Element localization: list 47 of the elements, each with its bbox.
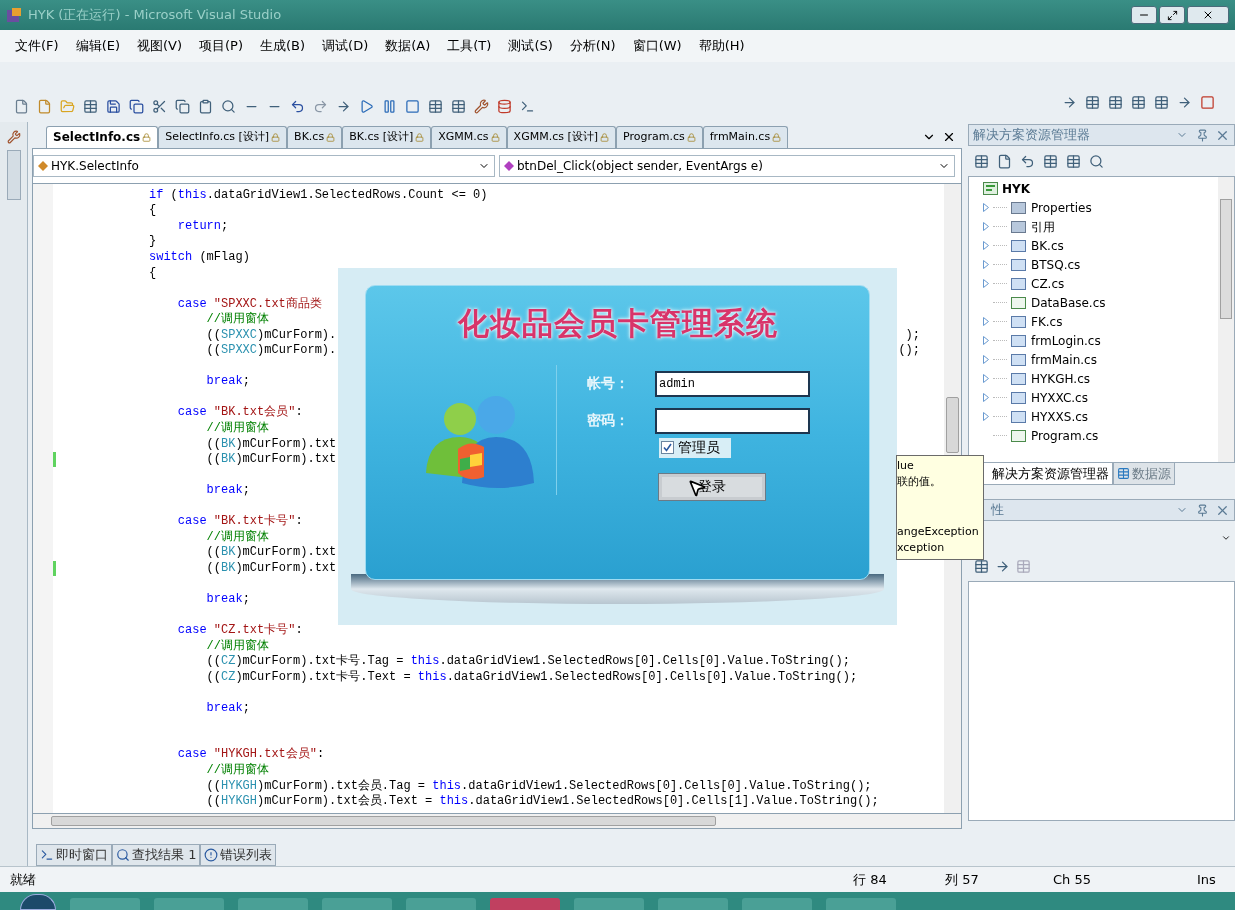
code-line: //调用窗体 bbox=[205, 638, 269, 654]
code-line: break; bbox=[205, 483, 250, 499]
code-line: ((BK)mCurForm).txt bbox=[205, 436, 337, 452]
code-line: //调用窗体 bbox=[205, 529, 269, 545]
panel-title: 性 bbox=[991, 501, 1004, 520]
line-number: 行 84 bbox=[853, 870, 888, 889]
code-line: case "BK.txt会员": bbox=[176, 405, 303, 421]
code-line: break; bbox=[205, 700, 250, 716]
code-line: switch (mFlag) bbox=[149, 250, 250, 265]
tooltip-text: xception bbox=[897, 540, 946, 556]
password-label: 密码： bbox=[587, 411, 629, 430]
code-line: ((CZ)mCurForm).txt卡号.Text = this.dataGridView1.SelectedRows[0].Cells[0].Value.ToString(); bbox=[205, 669, 858, 685]
char-number: Ch 55 bbox=[1053, 870, 1092, 889]
code-line: break; bbox=[205, 592, 250, 607]
code-line: //调用窗体 bbox=[205, 421, 269, 436]
code-line: { bbox=[149, 265, 157, 281]
code-line: ((SPXXC)mCurForm). bbox=[205, 343, 337, 359]
code-line: case "HYKGH.txt会员": bbox=[176, 747, 325, 763]
code-line: (); bbox=[898, 343, 920, 359]
panel-title: 解决方案资源管理器 bbox=[973, 126, 1090, 145]
code-line: break; bbox=[205, 374, 250, 390]
code-line: case "BK.txt卡号": bbox=[176, 514, 303, 530]
window-title: HYK (正在运行) - Microsoft Visual Studio bbox=[28, 6, 282, 25]
tooltip-text: lue bbox=[897, 458, 915, 474]
tooltip-text: 联的值。 bbox=[897, 474, 942, 490]
column-number: 列 57 bbox=[945, 870, 980, 889]
dialog-title: 化妆品会员卡管理系统 bbox=[457, 304, 778, 343]
code-line: ((BK)mCurForm).txt bbox=[205, 452, 337, 468]
code-line: { bbox=[149, 203, 157, 219]
code-line: ((CZ)mCurForm).txt卡号.Tag = this.dataGridView1.SelectedRows[0].Cells[0].Value.ToString(); bbox=[205, 654, 850, 670]
account-label: 帐号： bbox=[587, 374, 629, 393]
code-line: ((BK)mCurForm).txt bbox=[205, 560, 337, 576]
code-line: case "CZ.txt卡号": bbox=[176, 623, 303, 639]
code-line: ((BK)mCurForm).txt bbox=[205, 545, 337, 561]
code-line: ((HYKGH)mCurForm).txt会员.Tag = this.dataGridView1.SelectedRows[0].Cells[0].Value.ToString(); bbox=[205, 778, 872, 794]
code-line: return; bbox=[176, 218, 229, 234]
code-line: if (this.dataGridView1.SelectedRows.Count <= 0) bbox=[149, 187, 488, 203]
tooltip-text: angeException bbox=[897, 524, 980, 540]
code-line: ((HYKGH)mCurForm).txt会员.Text = this.dataGridView1.SelectedRows[0].Cells[1].Value.ToString(); bbox=[205, 794, 879, 810]
code-line: ((SPXXC)mCurForm). bbox=[205, 327, 337, 343]
insert-mode: Ins bbox=[1197, 870, 1217, 889]
code-line: //调用窗体 bbox=[205, 763, 269, 779]
code-line: } bbox=[149, 234, 157, 250]
code-line: //调用窗体 bbox=[205, 312, 269, 328]
code-line: ); bbox=[905, 327, 920, 343]
code-line: case "SPXXC.txt商品类 bbox=[176, 296, 322, 312]
status-message: 就绪 bbox=[10, 870, 36, 889]
